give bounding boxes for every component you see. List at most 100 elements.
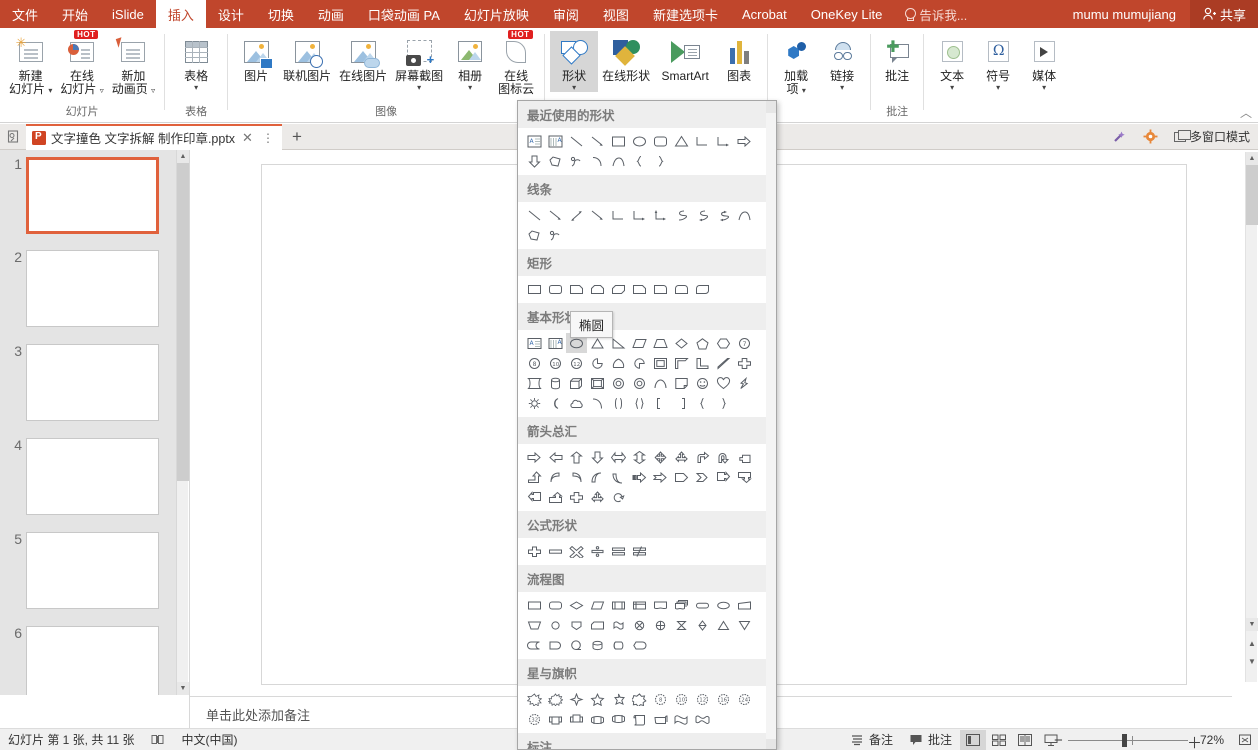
slide-sorter-button[interactable] — [986, 730, 1012, 750]
shape-elbow-double-arrow[interactable] — [650, 205, 671, 225]
photo-album-caret-icon[interactable]: ▾ — [468, 84, 472, 92]
shape-rounded-rectangle[interactable] — [650, 131, 671, 151]
shape-bent-up-arrow[interactable] — [524, 467, 545, 487]
shape-right-arrow[interactable] — [524, 447, 545, 467]
text-button[interactable]: 文本 ▾ — [929, 31, 975, 92]
shape-scribble[interactable] — [545, 225, 566, 245]
reading-view-button[interactable] — [1012, 730, 1038, 750]
shape-curved-left-arrow[interactable] — [566, 467, 587, 487]
shape-star-16[interactable]: 16 — [713, 689, 734, 709]
document-icon[interactable] — [0, 129, 26, 144]
shape-flowchart-document[interactable] — [650, 595, 671, 615]
shapes-button[interactable]: 形状 ▾ — [550, 31, 598, 92]
menu-item-pocket-animation[interactable]: 口袋动画 PA — [356, 0, 452, 28]
shape-left-right-up-arrow[interactable] — [587, 487, 608, 507]
shape-curve[interactable] — [608, 151, 629, 171]
shape-flowchart-preparation[interactable] — [713, 595, 734, 615]
shape-four-way-arrow[interactable] — [650, 447, 671, 467]
shape-up-arrow[interactable] — [566, 447, 587, 467]
shape-textbox[interactable]: A — [524, 131, 545, 151]
shape-lightning-bolt[interactable] — [734, 373, 755, 393]
shape-pentagon[interactable] — [692, 333, 713, 353]
slide-thumb-3[interactable]: 3 — [6, 344, 159, 421]
shape-snip-diagonal-corner[interactable] — [608, 279, 629, 299]
shape-grid-basic[interactable]: A A 7 8 10 12 — [518, 330, 776, 417]
shape-flowchart-manual-operation[interactable] — [524, 615, 545, 635]
online-shapes-button[interactable]: 在线形状 — [598, 31, 654, 83]
shape-dodecagon[interactable]: 12 — [566, 353, 587, 373]
shape-arc[interactable] — [587, 151, 608, 171]
shape-heart[interactable] — [713, 373, 734, 393]
shape-elbow-arrow[interactable] — [629, 205, 650, 225]
notes-toggle-button[interactable]: 备注 — [842, 731, 901, 748]
shape-right-brace[interactable] — [650, 151, 671, 171]
shape-line[interactable] — [524, 205, 545, 225]
shape-grid-arrows[interactable] — [518, 444, 776, 511]
shape-flowchart-decision[interactable] — [566, 595, 587, 615]
shape-left-bracket[interactable] — [608, 393, 629, 413]
chart-button[interactable]: 图表 — [716, 31, 762, 83]
menu-item-onekey-lite[interactable]: OneKey Lite — [799, 0, 895, 28]
zoom-in-button[interactable]: ＋ — [1187, 732, 1202, 750]
menu-item-new-tab[interactable]: 新建选项卡 — [641, 0, 730, 28]
slide-thumbnail-panel[interactable]: 1 2 3 4 5 6 — [0, 150, 176, 695]
shape-flowchart-or[interactable] — [650, 615, 671, 635]
slide-thumb-6[interactable]: 6 — [6, 626, 159, 695]
shape-line-arrow-down[interactable] — [587, 205, 608, 225]
shape-chord[interactable] — [608, 353, 629, 373]
menu-item-animations[interactable]: 动画 — [306, 0, 356, 28]
shape-right-arrow-callout[interactable] — [713, 467, 734, 487]
normal-view-button[interactable] — [960, 730, 986, 750]
table-button[interactable]: 表格 ▾ — [170, 31, 222, 92]
shape-freeform[interactable] — [524, 225, 545, 245]
shape-flowchart-merge[interactable] — [734, 615, 755, 635]
addins-button[interactable]: 加载 项 ▾ — [773, 31, 819, 96]
shape-grid-stars[interactable]: 8 10 12 16 24 32 — [518, 686, 776, 733]
shape-curved-down-arrow[interactable] — [608, 467, 629, 487]
shape-trapezoid[interactable] — [650, 333, 671, 353]
shape-half-frame[interactable] — [671, 353, 692, 373]
shape-round-diagonal-corner[interactable] — [692, 279, 713, 299]
next-slide-icon[interactable]: ▼ — [1246, 653, 1258, 669]
shape-left-arrow-callout[interactable] — [524, 487, 545, 507]
ribbon-collapse-button[interactable]: ︿ — [1240, 104, 1252, 121]
comment-button[interactable]: ✚ 批注 — [876, 31, 918, 83]
shape-star-6[interactable] — [608, 689, 629, 709]
previous-slide-icon[interactable]: ▲ — [1246, 635, 1258, 651]
shape-star-24[interactable]: 24 — [734, 689, 755, 709]
shape-vertical-scroll[interactable] — [629, 709, 650, 729]
shape-down-arrow[interactable] — [524, 151, 545, 171]
magic-wand-icon[interactable] — [1104, 124, 1135, 150]
shape-star-8[interactable]: 8 — [650, 689, 671, 709]
shape-flowchart-direct-access[interactable] — [608, 635, 629, 655]
shape-flowchart-sort[interactable] — [692, 615, 713, 635]
zoom-slider-handle[interactable] — [1122, 734, 1127, 747]
slide-thumb-4[interactable]: 4 — [6, 438, 159, 515]
shape-down-ribbon[interactable] — [566, 709, 587, 729]
share-button[interactable]: 共享 — [1190, 0, 1258, 28]
menu-item-view[interactable]: 视图 — [591, 0, 641, 28]
shape-explosion-2[interactable] — [545, 689, 566, 709]
shape-flowchart-manual-input[interactable] — [734, 595, 755, 615]
shape-striped-right-arrow[interactable] — [629, 467, 650, 487]
shape-u-turn-arrow[interactable] — [713, 447, 734, 467]
shape-grid-recent[interactable]: A A — [518, 128, 776, 175]
dropdown-scrollbar[interactable] — [766, 101, 776, 750]
shape-star-10[interactable]: 10 — [671, 689, 692, 709]
shape-notched-right-arrow[interactable] — [650, 467, 671, 487]
shape-flowchart-connector[interactable] — [545, 615, 566, 635]
shape-flowchart-offpage-connector[interactable] — [566, 615, 587, 635]
shape-flowchart-delay[interactable] — [545, 635, 566, 655]
slide-preview[interactable] — [26, 250, 159, 327]
shape-horizontal-scroll[interactable] — [650, 709, 671, 729]
shape-grid-flowchart[interactable] — [518, 592, 776, 659]
icon-cloud-button[interactable]: HOT 在线 图标云 — [493, 31, 539, 96]
shape-star-32[interactable]: 32 — [524, 709, 545, 729]
cloud-picture-button[interactable]: 在线图片 — [335, 31, 391, 83]
menu-item-file[interactable]: 文件 — [0, 0, 50, 28]
shape-minus-sign[interactable] — [545, 541, 566, 561]
shape-l-shape[interactable] — [692, 353, 713, 373]
comments-toggle-button[interactable]: 批注 — [901, 731, 960, 748]
shape-cloud[interactable] — [566, 393, 587, 413]
shape-flowchart-alternate-process[interactable] — [545, 595, 566, 615]
